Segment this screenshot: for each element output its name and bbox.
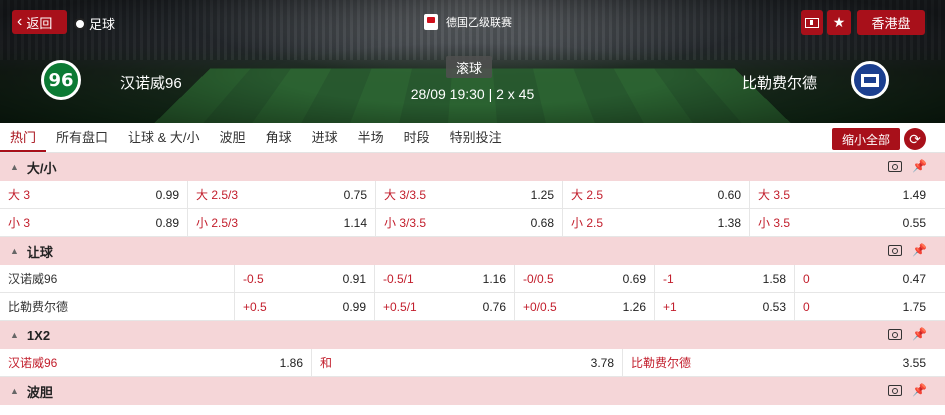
tab-half[interactable]: 半场 xyxy=(348,127,394,152)
collapse-triangle-icon: ▲ xyxy=(10,330,19,340)
odds-cell[interactable]: 汉诺威96 1.86 xyxy=(0,349,312,376)
away-team-logo xyxy=(851,61,889,99)
odds-cell[interactable]: 小 2.5 1.38 xyxy=(563,209,750,236)
table-row: 汉诺威96 1.86 和 3.78 比勒费尔德 3.55 xyxy=(0,349,945,377)
pin-icon[interactable]: 📌 xyxy=(912,328,927,340)
table-row: 小 3 0.89 小 2.5/3 1.14 小 3/3.5 0.68 小 2.5 1.3… xyxy=(0,209,945,237)
camera-icon[interactable] xyxy=(888,328,903,340)
match-header: ‹ 返回 足球 德国乙级联赛 ★ 香港盘 96 汉诺威96 滚球 28/09 1… xyxy=(0,0,945,123)
collapse-all-button[interactable]: 缩小全部 xyxy=(832,128,900,150)
tab-goals[interactable]: 进球 xyxy=(302,127,348,152)
flag-button[interactable] xyxy=(801,10,823,35)
collapse-triangle-icon: ▲ xyxy=(10,246,19,256)
pin-icon[interactable]: 📌 xyxy=(912,384,927,396)
odds-cell[interactable]: -0.5 0.91 xyxy=(235,265,375,292)
odds-cell[interactable]: 0 0.47 xyxy=(795,265,934,292)
odds-cell[interactable]: +0.5 0.99 xyxy=(235,293,375,320)
section-handicap[interactable]: ▲ 让球 📌 xyxy=(0,237,945,265)
league-title: 德国乙级联赛 xyxy=(424,14,512,30)
pin-icon[interactable]: 📌 xyxy=(912,244,927,256)
odds-cell[interactable]: 0 1.75 xyxy=(795,293,934,320)
section-correct-score[interactable]: ▲ 波胆 📌 xyxy=(0,377,945,405)
camera-icon[interactable] xyxy=(888,384,903,396)
odds-cell[interactable]: 大 2.5/3 0.75 xyxy=(188,181,376,208)
odds-cell[interactable]: 和 3.78 xyxy=(312,349,623,376)
tab-correct-score[interactable]: 波胆 xyxy=(210,127,256,152)
soccer-ball-icon xyxy=(74,17,86,30)
section-1x2[interactable]: ▲ 1X2 📌 xyxy=(0,321,945,349)
table-row: 大 3 0.99 大 2.5/3 0.75 大 3/3.5 1.25 大 2.5 0.6… xyxy=(0,181,945,209)
odds-cell[interactable]: 大 3/3.5 1.25 xyxy=(376,181,563,208)
tab-all-markets[interactable]: 所有盘口 xyxy=(46,127,118,152)
sport-label: 足球 xyxy=(74,14,115,33)
odds-cell[interactable]: 大 3.5 1.49 xyxy=(750,181,934,208)
back-button[interactable]: ‹ 返回 xyxy=(12,10,67,34)
camera-icon[interactable] xyxy=(888,244,903,256)
section-over-under[interactable]: ▲ 大/小 📌 xyxy=(0,153,945,181)
tab-period[interactable]: 时段 xyxy=(394,127,440,152)
odds-cell[interactable]: 小 3/3.5 0.68 xyxy=(376,209,563,236)
odds-cell[interactable]: +1 0.53 xyxy=(655,293,795,320)
tab-specials[interactable]: 特别投注 xyxy=(440,127,512,152)
team-cell: 汉诺威96 xyxy=(0,265,235,292)
tab-corners[interactable]: 角球 xyxy=(256,127,302,152)
odds-cell[interactable]: 大 2.5 0.60 xyxy=(563,181,750,208)
refresh-icon: ⟳ xyxy=(909,130,921,147)
odds-cell[interactable]: 比勒费尔德 3.55 xyxy=(623,349,934,376)
odds-cell[interactable]: 大 3 0.99 xyxy=(0,181,188,208)
camera-icon[interactable] xyxy=(888,160,903,172)
odds-cell[interactable]: 小 3.5 0.55 xyxy=(750,209,934,236)
table-row: 汉诺威96 -0.5 0.91 -0.5/1 1.16 -0/0.5 0.69 -1 1… xyxy=(0,265,945,293)
collapse-triangle-icon: ▲ xyxy=(10,162,19,172)
tab-hot[interactable]: 热门 xyxy=(0,127,47,152)
chevron-left-icon: ‹ xyxy=(17,13,23,30)
market-tabs: 热门 所有盘口 让球 & 大/小 波胆 角球 进球 半场 时段 特别投注 缩小全… xyxy=(0,123,945,153)
table-row: 比勒费尔德 +0.5 0.99 +0.5/1 0.76 +0/0.5 1.26 +1 0… xyxy=(0,293,945,321)
favorite-button[interactable]: ★ xyxy=(827,10,851,35)
odds-format-button[interactable]: 香港盘 xyxy=(857,10,925,35)
odds-cell[interactable]: 小 3 0.89 xyxy=(0,209,188,236)
odds-cell[interactable]: +0.5/1 0.76 xyxy=(375,293,515,320)
odds-cell[interactable]: 小 2.5/3 1.14 xyxy=(188,209,376,236)
pin-icon[interactable]: 📌 xyxy=(912,160,927,172)
flag-icon xyxy=(805,17,819,28)
odds-cell[interactable]: -1 1.58 xyxy=(655,265,795,292)
star-icon: ★ xyxy=(832,14,846,30)
live-badge: 滚球 xyxy=(446,56,492,78)
odds-cell[interactable]: +0/0.5 1.26 xyxy=(515,293,655,320)
odds-cell[interactable]: -0.5/1 1.16 xyxy=(375,265,515,292)
team-cell: 比勒费尔德 xyxy=(0,293,235,320)
collapse-triangle-icon: ▲ xyxy=(10,386,19,396)
away-team-name: 比勒费尔德 xyxy=(742,75,818,92)
bundesliga-logo-icon xyxy=(424,14,438,30)
odds-cell[interactable]: -0/0.5 0.69 xyxy=(515,265,655,292)
refresh-button[interactable]: ⟳ xyxy=(904,128,926,150)
tab-handicap-ou[interactable]: 让球 & 大/小 xyxy=(118,127,210,152)
